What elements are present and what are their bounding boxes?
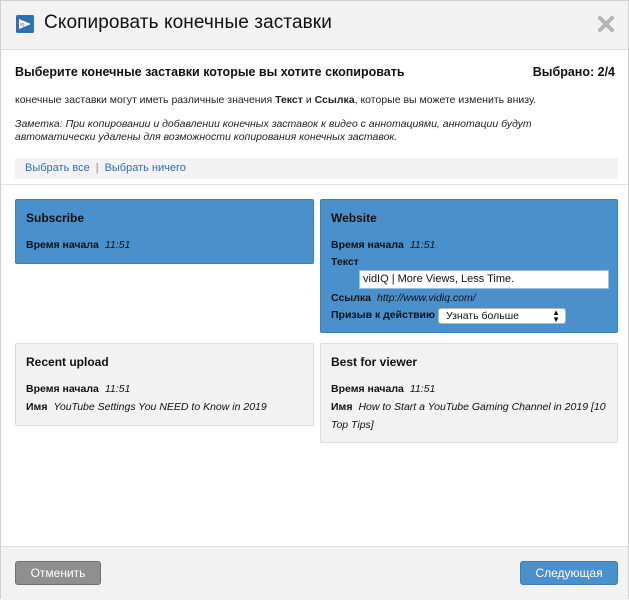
dialog-titlebar: IQ Скопировать конечные заставки: [1, 1, 628, 50]
dialog-title: Скопировать конечные заставки: [44, 12, 332, 33]
name-label: Имя: [26, 401, 48, 413]
start-time-value: 11:51: [409, 239, 436, 251]
card-title: Best for viewer: [331, 355, 418, 369]
card-text-label-row: Текст: [331, 256, 359, 268]
start-time-label: Время начала: [26, 239, 99, 251]
link-label: Ссылка: [331, 292, 372, 304]
dialog-footer: Отменить Следующая: [1, 546, 628, 600]
info-part2: и: [302, 94, 315, 106]
name-value: How to Start a YouTube Gaming Channel in…: [358, 401, 606, 413]
name-value-continued: Top Tips]: [331, 419, 374, 431]
select-none-link[interactable]: Выбрать ничего: [105, 162, 186, 174]
cta-label: Призыв к действию: [331, 309, 435, 321]
start-time-label: Время начала: [26, 383, 99, 395]
card-title: Subscribe: [26, 211, 85, 225]
start-time-value: 11:51: [409, 383, 436, 395]
info-text: конечные заставки могут иметь различные …: [15, 94, 615, 106]
name-value: YouTube Settings You NEED to Know in 201…: [53, 401, 267, 413]
card-start-time-row: Время начала 11:51: [26, 239, 130, 251]
cancel-button[interactable]: Отменить: [15, 561, 101, 585]
card-title: Website: [331, 211, 377, 225]
divider: [1, 184, 628, 185]
select-links-separator: |: [95, 162, 99, 174]
card-start-time-row: Время начала 11:51: [331, 239, 435, 251]
end-screen-card-website[interactable]: Website Время начала 11:51 Текст vidIQ | …: [320, 199, 618, 333]
cta-select-value: Узнать больше: [446, 310, 519, 322]
end-screen-card-subscribe[interactable]: Subscribe Время начала 11:51: [15, 199, 314, 264]
select-arrows-icon: ▲ ▼: [552, 308, 560, 324]
info-part3: , которые вы можете изменить внизу.: [354, 94, 537, 106]
next-button[interactable]: Следующая: [520, 561, 618, 585]
start-time-label: Время начала: [331, 383, 404, 395]
start-time-label: Время начала: [331, 239, 404, 251]
annotation-note: Заметка: При копировании и добавлении ко…: [15, 118, 532, 143]
card-title: Recent upload: [26, 355, 109, 369]
info-part1: конечные заставки могут иметь различные …: [15, 94, 276, 106]
card-start-time-row: Время начала 11:51: [26, 383, 130, 395]
selection-header: Выберите конечные заставки которые вы хо…: [15, 65, 615, 85]
svg-text:IQ: IQ: [20, 22, 24, 27]
copy-end-screens-dialog: IQ Скопировать конечные заставки Выберит…: [0, 0, 629, 600]
info-bold-text: Текст: [275, 94, 303, 106]
cta-select[interactable]: Узнать больше ▲ ▼: [438, 308, 566, 324]
start-time-value: 11:51: [104, 239, 131, 251]
selected-count: Выбрано: 2/4: [532, 65, 615, 79]
card-name-row: Имя YouTube Settings You NEED to Know in …: [26, 401, 267, 413]
card-name-row-continued: Top Tips]: [331, 419, 374, 431]
card-start-time-row: Время начала 11:51: [331, 383, 435, 395]
text-label: Текст: [331, 256, 359, 268]
end-screen-card-best-for-viewer[interactable]: Best for viewer Время начала 11:51 Имя How…: [320, 343, 618, 443]
selection-prompt: Выберите конечные заставки которые вы хо…: [15, 65, 405, 79]
card-cta-row: Призыв к действию: [331, 309, 435, 321]
name-label: Имя: [331, 401, 353, 413]
info-bold-link: Ссылка: [314, 94, 355, 106]
end-screen-card-recent-upload[interactable]: Recent upload Время начала 11:51 Имя YouTu…: [15, 343, 314, 426]
close-icon[interactable]: [596, 14, 616, 34]
vidiq-logo-icon: IQ: [16, 15, 34, 33]
text-input[interactable]: vidIQ | More Views, Less Time.: [359, 270, 609, 289]
link-value: http://www.vidiq.com/: [377, 292, 476, 304]
card-link-row: Ссылка http://www.vidiq.com/: [331, 292, 476, 304]
start-time-value: 11:51: [104, 383, 131, 395]
card-name-row: Имя How to Start a YouTube Gaming Channel…: [331, 401, 606, 413]
select-all-link[interactable]: Выбрать все: [25, 162, 90, 174]
select-links-bar: Выбрать все | Выбрать ничего: [15, 158, 618, 179]
